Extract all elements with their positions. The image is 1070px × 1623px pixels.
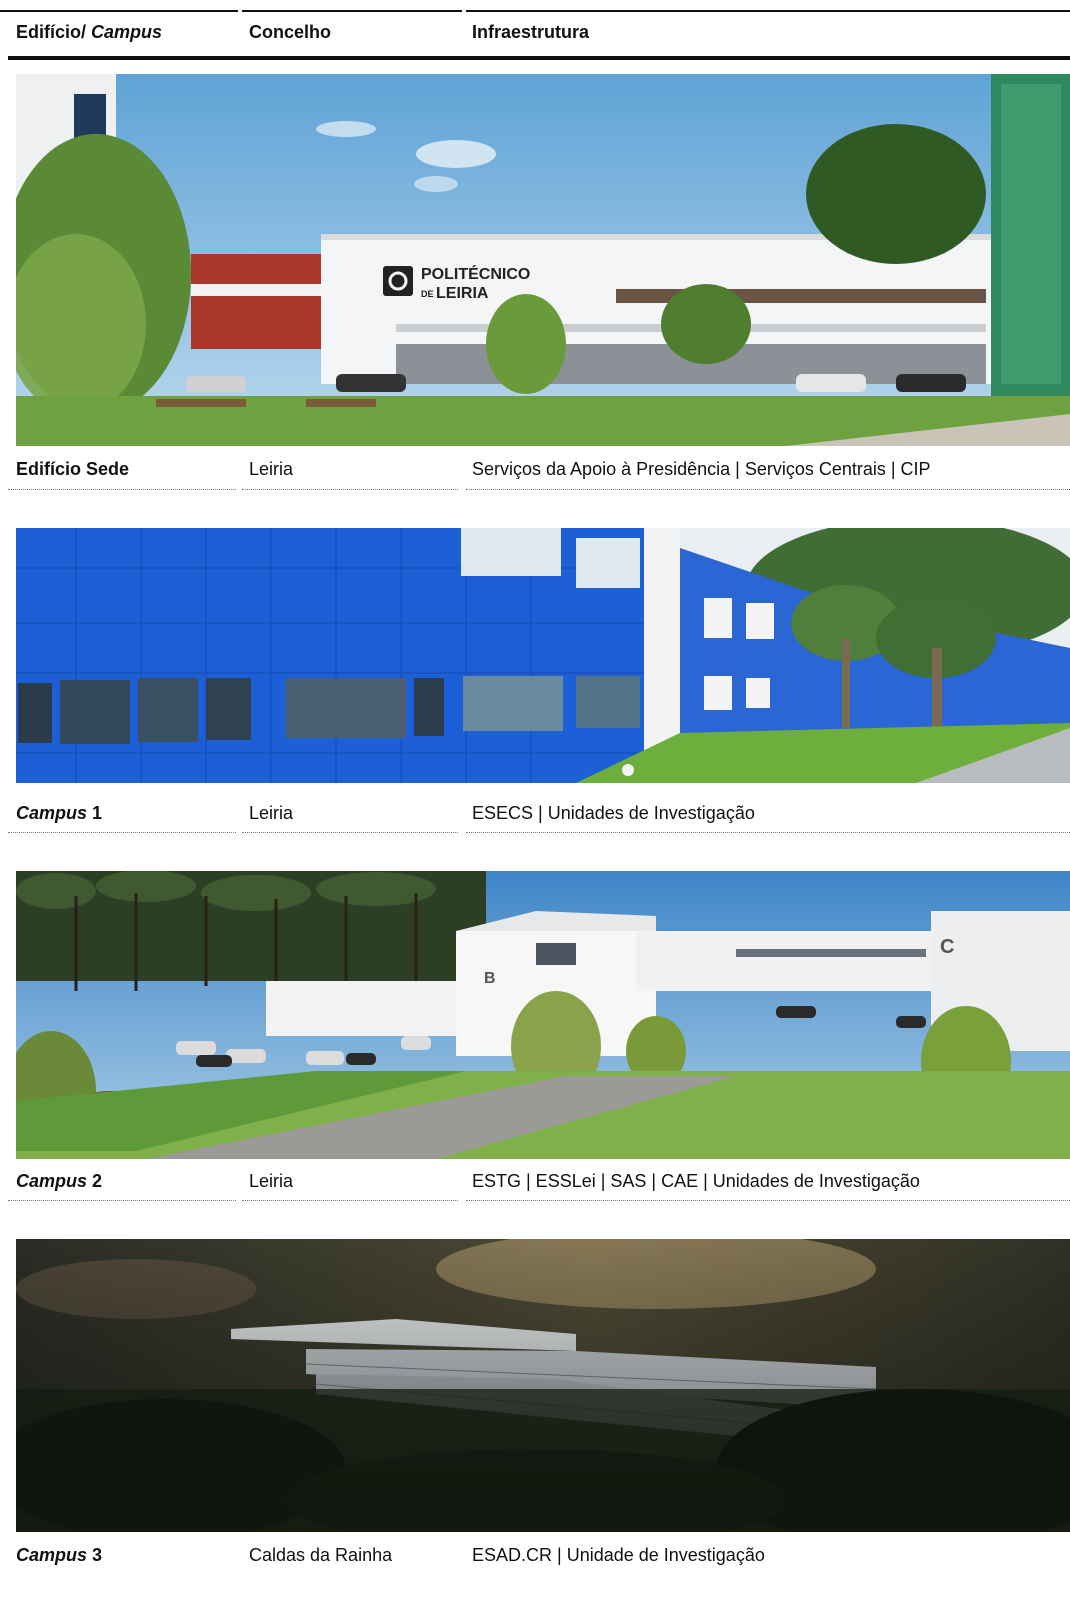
row-divider (242, 832, 458, 833)
row-name-campus-3: Campus 3 (16, 1545, 103, 1565)
row-divider (466, 832, 1070, 833)
row-name-edificio-sede: Edifício Sede (16, 459, 130, 479)
row-infraestrutura: Serviços da Apoio à Presidência | Serviç… (472, 459, 931, 479)
row-divider (242, 1200, 458, 1201)
building-label-b: B (484, 970, 496, 987)
photo-campus-1 (16, 528, 1070, 783)
photo-campus-2: B C (16, 871, 1070, 1159)
header-building-campus: Edifício/ Campus (16, 22, 163, 42)
header-top-rule (0, 10, 1070, 12)
row-divider (466, 1200, 1070, 1201)
sign-text-politecnico: POLITÉCNICO (421, 264, 530, 283)
header-concelho: Concelho (249, 22, 332, 42)
row-concelho: Leiria (249, 803, 294, 823)
photo-campus-3 (16, 1239, 1070, 1532)
sign-text-de: DE (421, 289, 434, 299)
row-infraestrutura: ESTG | ESSLei | SAS | CAE | Unidades de … (472, 1171, 920, 1191)
row-concelho: Caldas da Rainha (249, 1545, 393, 1565)
row-divider (8, 1200, 236, 1201)
row-divider (8, 489, 236, 490)
header-infraestrutura: Infraestrutura (472, 22, 590, 42)
row-divider (466, 489, 1070, 490)
header-bottom-rule (8, 56, 1070, 60)
row-name-campus-1: Campus 1 (16, 803, 103, 823)
header-rule-gap (462, 9, 466, 13)
row-concelho: Leiria (249, 1171, 294, 1191)
row-divider (8, 832, 236, 833)
row-concelho: Leiria (249, 459, 294, 479)
photo-edificio-sede: POLITÉCNICO DE LEIRIA (16, 74, 1070, 446)
row-name-campus-2: Campus 2 (16, 1171, 103, 1191)
header-rule-gap (238, 9, 242, 13)
row-divider (242, 489, 458, 490)
sign-text-leiria: LEIRIA (436, 285, 489, 302)
row-infraestrutura: ESAD.CR | Unidade de Investigação (472, 1545, 765, 1565)
building-label-c: C (940, 936, 954, 958)
row-infraestrutura: ESECS | Unidades de Investigação (472, 803, 755, 823)
